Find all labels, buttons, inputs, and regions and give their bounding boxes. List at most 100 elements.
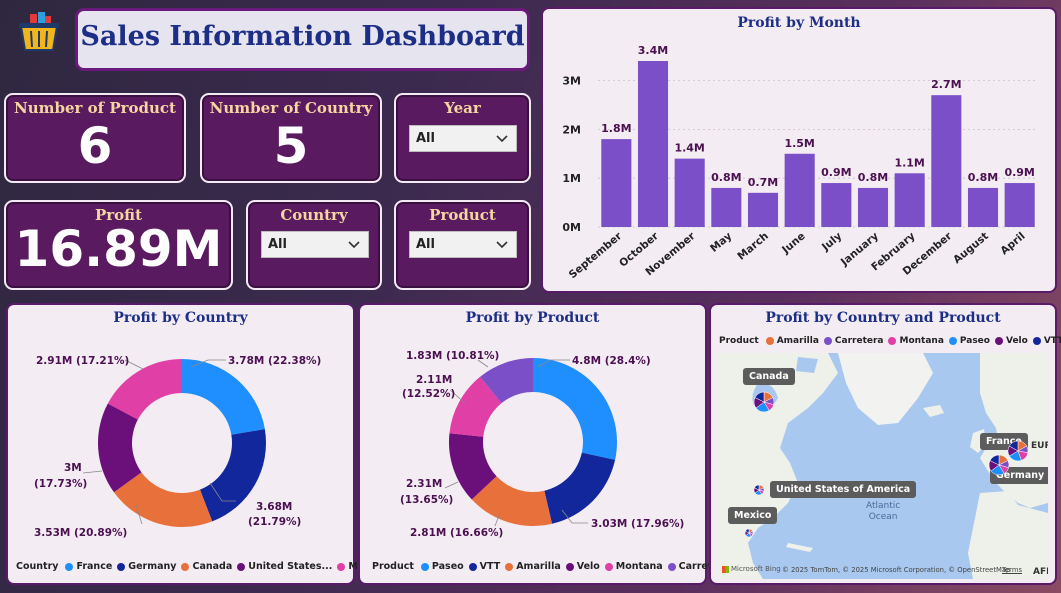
slicer-label: Country [280,206,348,224]
y-tick-label: 3M [562,75,581,88]
legend-item[interactable]: Montana [616,561,663,572]
country-legend: Country France Germany Canada United Sta… [16,561,386,572]
legend-swatch [1032,337,1041,345]
legend-swatch [823,337,832,345]
data-label: 3.03M (17.96%) [591,518,684,530]
map-legend: Product Amarilla Carretera Montana Paseo… [719,336,1061,346]
data-label: (13.65%) [400,494,453,506]
profit-by-product-chart: 4.8M (28.4%) 3.03M (17.96%) 2.81M (16.66… [400,350,684,539]
bar-data-label: 0.8M [968,171,998,184]
kpi-value: 6 [77,117,113,175]
data-label: 2.11M [416,374,452,386]
bar-data-label: 0.8M [711,171,741,184]
year-dropdown[interactable]: All [409,125,517,152]
data-label: 2.31M [406,478,442,490]
legend-item[interactable]: Germany [128,561,176,572]
legend-item[interactable]: Amarilla [516,561,561,572]
legend-item[interactable]: Amarilla [777,336,819,346]
dropdown-value: All [268,237,287,252]
kpi-label: Number of Product [14,99,176,117]
y-tick-label: 2M [562,123,581,136]
kpi-number-of-product: Number of Product 6 [4,93,186,183]
country-dropdown[interactable]: All [261,231,369,258]
bar-data-label: 1.8M [601,122,631,135]
bing-logo: Microsoft Bing [722,565,781,573]
bar-data-label: 0.7M [748,176,778,189]
legend-item[interactable]: Paseo [960,336,990,346]
data-label: 3M [64,462,82,474]
bar[interactable] [711,187,742,227]
legend-swatch [667,562,676,571]
data-label: 3.68M [256,501,292,513]
data-label: 3.53M (20.89%) [34,527,127,539]
legend-item[interactable]: Velo [1006,336,1028,346]
profit-by-month-panel: Profit by Month 0M 1M 2M 3M 1.8M 3.4M 1.4M 0.8… [541,7,1057,293]
x-tick-label: August [951,230,991,266]
shopping-basket-icon [19,12,59,51]
product-dropdown[interactable]: All [409,231,517,258]
profit-by-month-chart: 0M 1M 2M 3M 1.8M 3.4M 1.4M 0.8M 0.7M 1.5M 0.9M 0.8… [562,44,1038,281]
data-label: (21.79%) [248,516,301,528]
legend-item[interactable]: Canada [192,561,232,572]
legend-title: Product [719,336,759,346]
map-canvas[interactable]: Atlantic Ocean EUR AFI Canada France Ger… [718,353,1048,579]
data-label: 4.8M (28.4%) [572,355,651,367]
data-label: 2.91M (17.21%) [36,355,129,367]
profit-by-country-and-product-panel: Profit by Country and Product Product Am… [709,303,1061,585]
legend-item[interactable]: VTT [1044,336,1061,346]
legend-item[interactable]: Velo [577,561,600,572]
slicer-label: Product [429,206,496,224]
dropdown-value: All [416,131,435,146]
legend-item[interactable]: VTT [480,561,501,572]
data-label: 3.78M (22.38%) [228,355,321,367]
legend-item[interactable]: Montana [899,336,943,346]
bar[interactable] [601,139,632,227]
legend-item[interactable]: United States... [248,561,332,572]
legend-swatch [65,562,74,571]
legend-swatch [117,562,126,571]
legend-swatch [994,337,1003,345]
bar[interactable] [674,158,705,227]
x-tick-label: April [998,230,1027,257]
x-tick-label: May [708,230,734,255]
country-slicer: Country All [246,200,382,290]
dropdown-value: All [416,237,435,252]
profit-by-product-panel: Profit by Product 4.8M (28.4%) 3.03M (17… [358,303,730,585]
kpi-label: Number of Country [209,99,373,117]
bar[interactable] [931,95,962,227]
donut-slice[interactable] [544,452,616,524]
chevron-down-icon [348,241,360,249]
legend-item[interactable]: France [76,561,112,572]
bar[interactable] [1004,183,1035,227]
bar[interactable] [747,192,779,227]
bar[interactable] [637,61,669,227]
bar[interactable] [821,183,852,227]
legend-swatch [505,562,514,571]
bar-data-label: 0.9M [821,166,851,179]
y-tick-label: 0M [562,221,581,234]
bar[interactable] [857,187,889,227]
data-label: (12.52%) [402,388,455,400]
bar-data-label: 0.8M [858,171,888,184]
map-terms-link[interactable]: Terms [1002,566,1022,574]
legend-item[interactable]: Paseo [432,561,464,572]
product-slicer: Product All [394,200,531,290]
legend-swatch [604,562,613,571]
microsoft-logo-icon [722,565,729,573]
kpi-value: 5 [273,117,309,175]
legend-swatch [468,562,477,571]
legend-swatch [888,337,897,345]
legend-swatch [565,562,574,571]
x-tick-label: June [779,230,807,257]
bar[interactable] [967,187,999,227]
donut-slice[interactable] [533,358,617,460]
legend-swatch [765,337,774,345]
bing-label: Microsoft Bing [731,565,781,573]
legend-title: Country [16,561,59,572]
donut-slice[interactable] [182,359,265,435]
bar[interactable] [784,153,815,227]
legend-item[interactable]: Carretera [835,336,884,346]
bar[interactable] [894,173,925,227]
kpi-profit: Profit 16.89M [4,200,233,290]
kpi-number-of-country: Number of Country 5 [200,93,382,183]
